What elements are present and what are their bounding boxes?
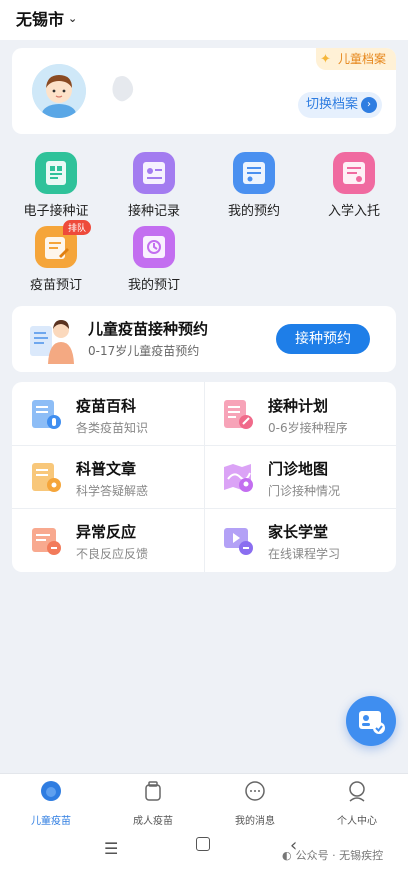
tab-messages[interactable]: 我的消息 [204, 780, 306, 827]
watermark: ◐ 公众号 · 无锡疾控 [282, 847, 383, 863]
school-enrollment-icon [333, 152, 375, 194]
profile-name-placeholder [112, 76, 134, 102]
quick-action-label: 我的预约 [227, 204, 280, 219]
quick-actions-grid: 电子接种证 接种记录 我的预约 入学入托 排队 疫苗预订 我的预订 [0, 146, 408, 298]
quick-action-label: 疫苗预订 [29, 278, 82, 293]
child-profile-card[interactable]: ✦ 儿童档案 切换档案 › [12, 48, 396, 134]
menu-icon[interactable]: ☰ [104, 839, 118, 858]
tab-label: 我的消息 [235, 816, 275, 827]
service-title: 家长学堂 [268, 523, 329, 541]
service-subtitle: 0-6岁接种程序 [268, 421, 348, 435]
service-adverse-reaction[interactable]: 异常反应 不良反应反馈 [12, 508, 204, 571]
service-title: 门诊地图 [268, 460, 329, 478]
service-subtitle: 不良反应反馈 [76, 547, 149, 561]
vaccine-encyclopedia-icon [32, 400, 61, 429]
chevron-down-icon: ⌄ [68, 11, 78, 25]
service-subtitle: 科学答疑解惑 [76, 484, 149, 498]
floating-id-card-button[interactable] [346, 696, 396, 746]
quick-action-vaccination-record[interactable]: 接种记录 [104, 152, 204, 219]
id-card-check-icon [359, 711, 385, 734]
quick-action-school-enrollment[interactable]: 入学入托 [304, 152, 404, 219]
service-subtitle: 门诊接种情况 [268, 484, 341, 498]
bottom-tab-bar: 儿童疫苗 成人疫苗 我的消息 个人中心 [0, 773, 408, 827]
child-avatar[interactable] [32, 64, 86, 118]
quick-action-vaccine-certificate[interactable]: 电子接种证 [6, 152, 106, 219]
service-subtitle: 各类疫苗知识 [76, 421, 149, 435]
city-selector[interactable]: 无锡市 ⌄ [16, 6, 77, 30]
watermark-text: 公众号 · 无锡疾控 [295, 849, 384, 862]
tab-label: 成人疫苗 [133, 816, 173, 827]
service-title: 疫苗百科 [76, 397, 137, 415]
service-clinic-map[interactable]: 门诊地图 门诊接种情况 [204, 445, 396, 508]
book-vaccination-button[interactable]: 接种预约 [276, 324, 370, 354]
wechat-icon: ◐ [282, 848, 292, 862]
tab-profile[interactable]: 个人中心 [306, 780, 408, 827]
vaccination-plan-icon [224, 400, 253, 429]
chevron-right-icon: › [361, 97, 377, 113]
clinic-map-icon [224, 464, 253, 492]
appointment-title: 儿童疫苗接种预约 [88, 320, 209, 338]
vaccination-record-icon [133, 152, 175, 194]
switch-profile-label: 切换档案 [305, 97, 358, 112]
tab-label: 个人中心 [337, 816, 377, 827]
quick-action-vaccine-booking[interactable]: 排队 疫苗预订 [6, 220, 106, 293]
profile-tab-icon [349, 781, 365, 802]
profile-type-tag: ✦ 儿童档案 [315, 48, 396, 70]
profile-type-label: 儿童档案 [337, 52, 386, 66]
system-navigation-bar: ☰ ‹ ◐ 公众号 · 无锡疾控 [0, 827, 408, 872]
service-title: 异常反应 [76, 523, 137, 541]
service-science-article[interactable]: 科普文章 科学答疑解惑 [12, 445, 204, 508]
service-title: 接种计划 [268, 397, 329, 415]
quick-action-my-booking[interactable]: 我的预订 [104, 226, 204, 293]
quick-action-label: 我的预订 [127, 278, 180, 293]
adverse-reaction-icon [32, 528, 61, 555]
vaccine-booking-icon: 排队 [35, 220, 91, 268]
science-article-icon [32, 463, 61, 492]
child-vaccine-appointment-card[interactable]: 儿童疫苗接种预约 0-17岁儿童疫苗预约 接种预约 [12, 306, 396, 372]
city-name: 无锡市 [16, 10, 65, 29]
child-vaccine-tab-icon [41, 781, 61, 801]
appointment-subtitle: 0-17岁儿童疫苗预约 [88, 344, 200, 358]
service-vaccine-encyclopedia[interactable]: 疫苗百科 各类疫苗知识 [12, 382, 204, 445]
service-parent-class[interactable]: 家长学堂 在线课程学习 [204, 508, 396, 571]
home-icon[interactable] [196, 837, 210, 851]
my-booking-icon [133, 226, 175, 268]
tab-label: 儿童疫苗 [31, 816, 71, 827]
queue-badge: 排队 [62, 220, 91, 235]
quick-action-label: 接种记录 [127, 204, 180, 219]
tab-adult-vaccine[interactable]: 成人疫苗 [102, 780, 204, 827]
top-bar: 无锡市 ⌄ [0, 0, 408, 40]
switch-profile-button[interactable]: 切换档案 › [297, 92, 382, 118]
quick-action-label: 入学入托 [327, 204, 380, 219]
service-subtitle: 在线课程学习 [268, 547, 341, 561]
adult-vaccine-tab-icon [145, 781, 161, 801]
service-title: 科普文章 [76, 460, 137, 478]
parent-class-icon [224, 528, 253, 555]
services-grid: 疫苗百科 各类疫苗知识 接种计划 0-6岁接种程序 科普文章 科学答疑解惑 门诊… [12, 382, 396, 572]
tab-child-vaccine[interactable]: 儿童疫苗 [0, 780, 102, 827]
vaccine-certificate-icon [35, 152, 77, 194]
service-vaccination-plan[interactable]: 接种计划 0-6岁接种程序 [204, 382, 396, 445]
doctor-illustration-icon [30, 320, 74, 364]
my-appointment-icon [233, 152, 275, 194]
quick-action-my-appointment[interactable]: 我的预约 [204, 152, 304, 219]
messages-tab-icon [245, 781, 265, 801]
quick-action-label: 电子接种证 [23, 204, 89, 219]
star-icon: ✦ [319, 52, 331, 67]
